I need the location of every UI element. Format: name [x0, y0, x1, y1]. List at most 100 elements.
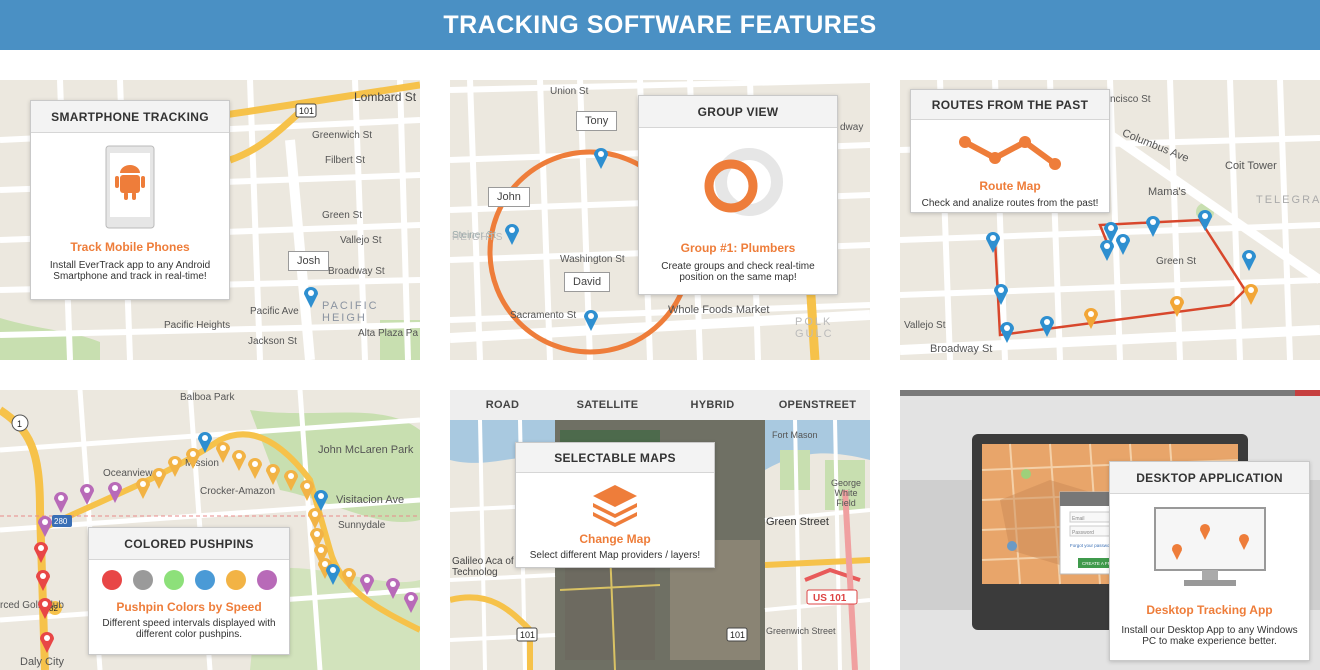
feature-card: SMARTPHONE TRACKING Track Mobile Phones … — [30, 100, 230, 300]
map-label: Pacific Ave — [250, 306, 299, 317]
map-label: Daly City — [20, 656, 65, 668]
feature-tile-desktop-application[interactable]: Email Password Forgot your password? CRE… — [900, 390, 1320, 670]
location-pin-icon[interactable] — [1114, 232, 1132, 256]
feature-tile-routes-from-past[interactable]: ncisco St Columbus Ave Mama's Coit Tower… — [900, 80, 1320, 360]
location-pin-icon[interactable] — [1242, 282, 1260, 306]
location-pin-icon[interactable] — [984, 230, 1002, 254]
card-heading: ROUTES FROM THE PAST — [911, 90, 1109, 120]
location-pin-icon[interactable] — [1168, 294, 1186, 318]
map-label: Visitacion Ave — [336, 494, 405, 506]
location-pin-icon[interactable] — [503, 222, 521, 246]
android-phone-icon — [105, 145, 155, 229]
pin-callout-josh: Josh — [288, 251, 330, 271]
tab-road[interactable]: ROAD — [450, 390, 555, 420]
location-pin-icon[interactable] — [1038, 314, 1056, 338]
location-pin-icon[interactable] — [184, 446, 202, 470]
location-pin-icon[interactable] — [302, 285, 320, 309]
location-pin-icon[interactable] — [38, 630, 56, 654]
pushpin-color-swatch — [225, 570, 246, 590]
svg-text:101: 101 — [520, 630, 535, 640]
map-type-tabs: ROAD SATELLITE HYBRID OPENSTREET — [450, 390, 870, 420]
layers-icon — [593, 485, 637, 527]
map-label: TELEGRAP — [1256, 194, 1320, 206]
map-label: HEIGHTS — [452, 232, 504, 243]
map-label: Greenwich St — [312, 130, 373, 141]
location-pin-icon[interactable] — [36, 596, 54, 620]
map-label: Pacific Heights — [164, 320, 231, 331]
svg-text:101: 101 — [730, 630, 745, 640]
location-pin-icon[interactable] — [592, 146, 610, 170]
map-label: Crocker-Amazon — [200, 486, 276, 497]
location-pin-icon[interactable] — [992, 282, 1010, 306]
feature-card: COLORED PUSHPINS Pushpin Colors by Speed… — [88, 527, 290, 655]
group-circles-icon — [704, 148, 783, 216]
map-label: Balboa Park — [180, 392, 235, 403]
feature-tile-selectable-maps[interactable]: US 101 101 101 Fort Mason George White F… — [450, 390, 870, 670]
tab-openstreet[interactable]: OPENSTREET — [765, 390, 870, 420]
tab-satellite[interactable]: SATELLITE — [555, 390, 660, 420]
svg-text:Email: Email — [1072, 516, 1085, 522]
card-heading: SMARTPHONE TRACKING — [31, 101, 229, 133]
card-heading: COLORED PUSHPINS — [89, 528, 289, 560]
card-description: Install EverTrack app to any Android Sma… — [49, 260, 211, 282]
page-banner: TRACKING SOFTWARE FEATURES — [0, 0, 1320, 50]
location-pin-icon[interactable] — [134, 476, 152, 500]
card-subtitle: Pushpin Colors by Speed — [116, 600, 262, 614]
map-label: Green St — [322, 210, 363, 221]
map-label: John McLaren Park — [318, 444, 414, 456]
map-label: Jackson St — [248, 336, 297, 347]
card-description: Create groups and check real-time positi… — [661, 261, 815, 283]
pushpin-color-swatch — [163, 570, 184, 590]
map-label: PACIFIC HEIGH — [322, 300, 379, 324]
svg-text:US 101: US 101 — [813, 593, 847, 604]
card-description: Check and analize routes from the past! — [921, 198, 1099, 209]
tab-hybrid[interactable]: HYBRID — [660, 390, 765, 420]
location-pin-icon[interactable] — [1196, 208, 1214, 232]
location-pin-icon[interactable] — [998, 320, 1016, 344]
location-pin-icon[interactable] — [78, 482, 96, 506]
location-pin-icon[interactable] — [582, 308, 600, 332]
svg-text:280: 280 — [54, 517, 68, 526]
map-label: Whole Foods Market — [668, 304, 770, 316]
card-description: Select different Map providers / layers! — [529, 550, 701, 561]
feature-card: SELECTABLE MAPS Change Map Select differ… — [515, 442, 715, 568]
location-pin-icon[interactable] — [1082, 306, 1100, 330]
location-pin-icon[interactable] — [150, 466, 168, 490]
location-pin-icon[interactable] — [340, 566, 358, 590]
location-pin-icon[interactable] — [34, 568, 52, 592]
location-pin-icon[interactable] — [52, 490, 70, 514]
location-pin-icon[interactable] — [1144, 214, 1162, 238]
location-pin-icon[interactable] — [106, 480, 124, 504]
map-label: rced Golf Club — [0, 600, 64, 611]
svg-text:1: 1 — [17, 419, 22, 429]
location-pin-icon[interactable] — [402, 590, 420, 614]
location-pin-icon[interactable] — [246, 456, 264, 480]
card-heading: GROUP VIEW — [639, 96, 837, 128]
feature-card: GROUP VIEW Group #1: Plumbers Create gro… — [638, 95, 838, 295]
card-description: Different speed intervals displayed with… — [102, 618, 276, 640]
map-label: Sacramento St — [510, 310, 577, 321]
pushpin-color-swatch — [194, 570, 215, 590]
pin-callout-david: David — [564, 272, 611, 292]
map-label: Filbert St — [325, 155, 366, 166]
feature-tile-smartphone-tracking[interactable]: 101 Lombard St Greenwich St Filbert St G… — [0, 80, 420, 360]
card-subtitle: Change Map — [579, 532, 651, 546]
map-label: Vallejo St — [904, 320, 946, 331]
location-pin-icon[interactable] — [166, 454, 184, 478]
feature-tile-group-view[interactable]: Union St Washington St Sacramento St Who… — [450, 80, 870, 360]
feature-card: DESKTOP APPLICATION Desktop Tracking App… — [1109, 461, 1310, 661]
location-pin-icon[interactable] — [358, 572, 376, 596]
pushpin-color-swatch — [256, 570, 277, 590]
location-pin-icon[interactable] — [384, 576, 402, 600]
location-pin-icon[interactable] — [1240, 248, 1258, 272]
location-pin-icon[interactable] — [32, 540, 50, 564]
map-label: Alta Plaza Pa — [358, 328, 419, 339]
pushpin-color-swatch — [101, 570, 122, 590]
page-title: TRACKING SOFTWARE FEATURES — [443, 10, 877, 39]
location-pin-icon[interactable] — [264, 462, 282, 486]
map-label: Washington St — [560, 254, 625, 265]
feature-tile-colored-pushpins[interactable]: 280 1 82 Balboa Park Oceanview Mission C… — [0, 390, 420, 670]
map-label: Sunnydale — [338, 520, 386, 531]
location-pin-icon[interactable] — [36, 514, 54, 538]
card-heading: DESKTOP APPLICATION — [1110, 462, 1309, 494]
